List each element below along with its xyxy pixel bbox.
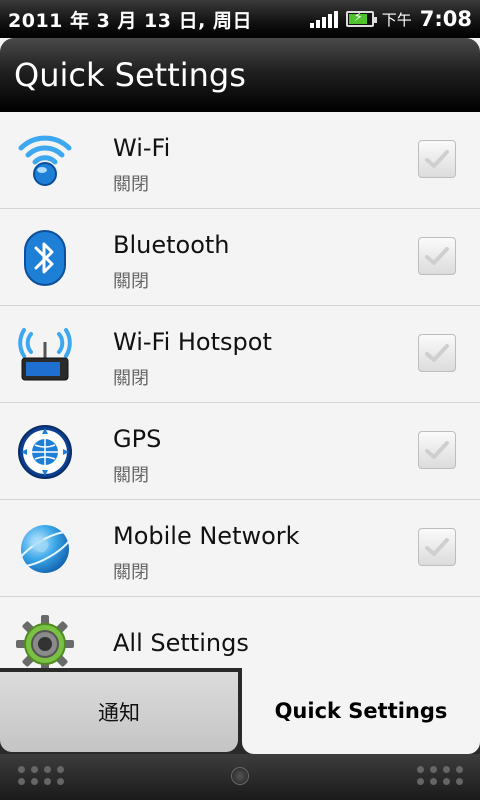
list-item-bluetooth[interactable]: Bluetooth 關閉	[0, 209, 480, 306]
status-right: ⚡ 下午 7:08	[309, 7, 472, 31]
item-status: 關閉	[113, 465, 149, 486]
item-status: 關閉	[113, 562, 149, 583]
status-date: 2011 年 3 月 13 日, 周日	[8, 9, 252, 32]
quick-settings-header: Quick Settings	[0, 38, 480, 112]
item-status: 關閉	[113, 174, 149, 195]
gear-icon	[16, 615, 74, 668]
mobile-network-checkbox[interactable]	[418, 528, 456, 566]
checkmark-icon	[425, 247, 449, 265]
mobile-network-icon	[17, 525, 73, 573]
item-label: Wi-Fi Hotspot	[113, 328, 272, 356]
grip-dots-right-icon	[417, 766, 464, 785]
tab-notifications[interactable]: 通知	[0, 672, 238, 752]
checkmark-icon	[425, 344, 449, 362]
gps-icon	[18, 425, 72, 479]
wifi-checkbox[interactable]	[418, 140, 456, 178]
item-label: Mobile Network	[113, 522, 300, 550]
grip-dots-left-icon	[18, 766, 65, 785]
status-bar: 2011 年 3 月 13 日, 周日 ⚡ 下午 7:08	[0, 0, 480, 38]
battery-charging-icon: ⚡	[345, 10, 377, 27]
page-title: Quick Settings	[14, 56, 246, 94]
bluetooth-checkbox[interactable]	[418, 237, 456, 275]
handle-dot-icon	[231, 767, 249, 785]
item-status: 關閉	[113, 271, 149, 292]
signal-icon	[309, 10, 338, 28]
settings-list: Wi-Fi 關閉 Bluetooth 關閉 Wi-Fi Hotspot 關閉 G…	[0, 112, 480, 668]
wifi-icon	[18, 135, 72, 186]
checkmark-icon	[425, 441, 449, 459]
list-item-all-settings[interactable]: All Settings	[0, 597, 480, 668]
bluetooth-icon	[24, 230, 66, 286]
item-label: All Settings	[113, 629, 249, 657]
list-item-mobile-network[interactable]: Mobile Network 關閉	[0, 500, 480, 597]
item-label: Wi-Fi	[113, 134, 171, 162]
list-item-gps[interactable]: GPS 關閉	[0, 403, 480, 500]
item-status: 關閉	[113, 368, 149, 389]
item-label: Bluetooth	[113, 231, 230, 259]
tab-quick-settings[interactable]: Quick Settings	[242, 668, 480, 754]
list-item-wifi[interactable]: Wi-Fi 關閉	[0, 112, 480, 209]
status-time: 7:08	[419, 7, 472, 31]
checkmark-icon	[425, 150, 449, 168]
bottom-handle-bar[interactable]	[0, 754, 480, 800]
wifi-hotspot-checkbox[interactable]	[418, 334, 456, 372]
gps-checkbox[interactable]	[418, 431, 456, 469]
bottom-tabs: 通知 Quick Settings	[0, 668, 480, 754]
list-item-wifi-hotspot[interactable]: Wi-Fi Hotspot 關閉	[0, 306, 480, 403]
checkmark-icon	[425, 538, 449, 556]
status-ampm: 下午	[381, 10, 412, 29]
hotspot-icon	[18, 328, 72, 381]
item-label: GPS	[113, 425, 162, 453]
